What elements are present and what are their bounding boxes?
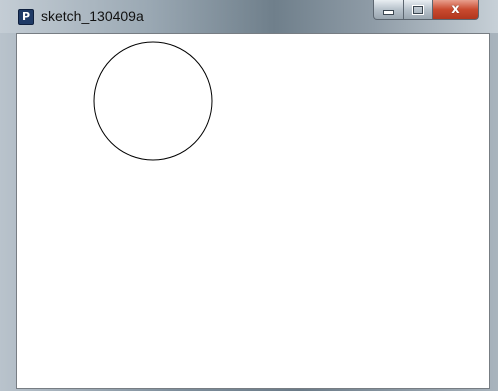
drawn-circle	[93, 41, 213, 161]
maximize-icon	[412, 4, 424, 15]
window-title: sketch_130409a	[41, 8, 144, 24]
maximize-button[interactable]	[404, 0, 433, 20]
sketch-canvas[interactable]	[16, 33, 490, 389]
sketch-window: P sketch_130409a x	[0, 0, 498, 391]
processing-icon[interactable]: P	[18, 9, 34, 25]
window-titlebar[interactable]: P sketch_130409a x	[0, 0, 498, 33]
close-icon: x	[451, 2, 460, 17]
caption-buttons: x	[373, 0, 479, 20]
canvas-drawing	[93, 41, 213, 161]
minimize-icon	[383, 10, 394, 15]
minimize-button[interactable]	[373, 0, 404, 20]
close-button[interactable]: x	[433, 0, 479, 20]
